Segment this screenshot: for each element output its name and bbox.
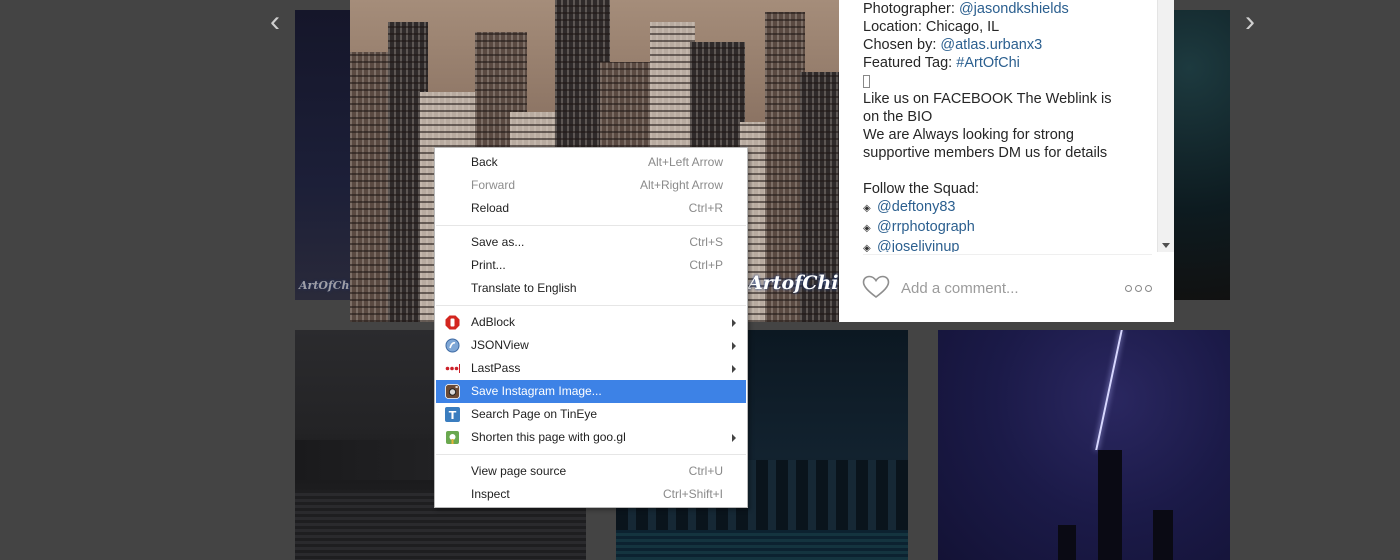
menu-separator xyxy=(436,305,746,306)
scroll-down-arrow-icon[interactable] xyxy=(1162,243,1170,248)
diamond-bullet-icon: ◈ xyxy=(863,243,871,252)
location-text: Location: Chicago, IL xyxy=(863,19,1000,35)
members-line-2: supportive members DM us for details xyxy=(863,145,1108,161)
tag-label: Featured Tag: xyxy=(863,55,957,71)
comment-input[interactable] xyxy=(901,278,1111,298)
menu-item-save-as[interactable]: Save as... Ctrl+S xyxy=(436,231,746,254)
menu-label: Save Instagram Image... xyxy=(471,384,602,398)
menu-label: AdBlock xyxy=(471,315,516,329)
tineye-icon: T xyxy=(445,407,460,422)
menu-shortcut: Alt+Right Arrow xyxy=(639,178,723,192)
members-line-1: We are Always looking for strong xyxy=(863,127,1074,143)
menu-item-save-instagram-image[interactable]: Save Instagram Image... xyxy=(436,380,746,403)
submenu-arrow-icon xyxy=(732,365,736,373)
chosen-label: Chosen by: xyxy=(863,37,941,53)
follow-heading: Follow the Squad: xyxy=(863,181,980,197)
member-link[interactable]: @rrphotograph xyxy=(877,219,975,235)
post-caption: Photographer: @jasondkshields Location: … xyxy=(863,0,1153,252)
more-options-icon[interactable] xyxy=(1125,283,1153,293)
photographer-label: Photographer: xyxy=(863,1,959,17)
lastpass-icon xyxy=(445,364,460,373)
menu-item-forward[interactable]: Forward Alt+Right Arrow xyxy=(436,174,746,197)
submenu-arrow-icon xyxy=(732,342,736,350)
menu-label: Translate to English xyxy=(471,281,577,295)
heart-icon[interactable] xyxy=(862,275,890,299)
menu-item-lastpass[interactable]: LastPass xyxy=(436,357,746,380)
menu-label: Back xyxy=(471,155,498,169)
menu-label: View page source xyxy=(471,464,567,478)
menu-label: Shorten this page with goo.gl xyxy=(471,430,626,444)
submenu-arrow-icon xyxy=(732,319,736,327)
missing-glyph-icon xyxy=(863,74,870,88)
thumbnail-watermark: ArtOfChi xyxy=(299,279,354,292)
facebook-line-1: Like us on FACEBOOK The Weblink is xyxy=(863,91,1112,107)
menu-item-inspect[interactable]: Inspect Ctrl+Shift+I xyxy=(436,483,746,506)
post-panel: Photographer: @jasondkshields Location: … xyxy=(839,0,1174,322)
menu-shortcut: Ctrl+S xyxy=(689,235,723,249)
menu-label: Save as... xyxy=(471,235,525,249)
hashtag-link[interactable]: #ArtOfChi xyxy=(956,55,1020,71)
menu-label: LastPass xyxy=(471,361,521,375)
member-link[interactable]: @joselivinup xyxy=(877,239,959,252)
thumbnail-bottom-3[interactable] xyxy=(938,330,1230,560)
next-arrow-icon[interactable]: › xyxy=(1238,7,1262,37)
menu-item-jsonview[interactable]: JSONView xyxy=(436,334,746,357)
diamond-bullet-icon: ◈ xyxy=(863,223,871,234)
menu-item-translate[interactable]: Translate to English xyxy=(436,277,746,300)
thumbnail-top-right[interactable] xyxy=(1172,10,1230,300)
facebook-line-2: on the BIO xyxy=(863,109,933,125)
menu-item-tineye[interactable]: T Search Page on TinEye xyxy=(436,403,746,426)
context-menu: Back Alt+Left Arrow Forward Alt+Right Ar… xyxy=(434,147,748,508)
menu-item-reload[interactable]: Reload Ctrl+R xyxy=(436,197,746,220)
googl-icon xyxy=(446,431,459,444)
menu-item-adblock[interactable]: AdBlock xyxy=(436,311,746,334)
menu-label: JSONView xyxy=(471,338,529,352)
menu-shortcut: Alt+Left Arrow xyxy=(647,155,723,169)
menu-item-back[interactable]: Back Alt+Left Arrow xyxy=(436,151,746,174)
thumbnail-top-left[interactable]: ArtOfChi xyxy=(295,10,355,300)
menu-item-view-source[interactable]: View page source Ctrl+U xyxy=(436,460,746,483)
jsonview-icon xyxy=(445,338,460,353)
menu-label: Forward xyxy=(471,178,516,192)
svg-text:T: T xyxy=(449,409,457,422)
menu-label: Print... xyxy=(471,258,506,272)
menu-label: Inspect xyxy=(471,487,510,501)
menu-item-print[interactable]: Print... Ctrl+P xyxy=(436,254,746,277)
menu-separator xyxy=(436,454,746,455)
divider xyxy=(863,254,1152,255)
menu-shortcut: Ctrl+Shift+I xyxy=(662,487,723,501)
menu-shortcut: Ctrl+P xyxy=(689,258,723,272)
submenu-arrow-icon xyxy=(732,434,736,442)
menu-label: Reload xyxy=(471,201,510,215)
menu-shortcut: Ctrl+U xyxy=(688,464,723,478)
caption-scrollbar[interactable] xyxy=(1157,0,1174,252)
member-link[interactable]: @deftony83 xyxy=(877,199,955,215)
photo-watermark: ArtofChi xyxy=(748,272,839,294)
menu-item-shorten-googl[interactable]: Shorten this page with goo.gl xyxy=(436,426,746,449)
diamond-bullet-icon: ◈ xyxy=(863,203,871,214)
previous-arrow-icon[interactable]: ‹ xyxy=(263,7,287,37)
adblock-icon xyxy=(445,315,460,330)
menu-shortcut: Ctrl+R xyxy=(688,201,723,215)
lightning-bolt xyxy=(1095,330,1123,450)
menu-separator xyxy=(436,225,746,226)
instagram-camera-icon xyxy=(445,384,460,399)
chosen-by-link[interactable]: @atlas.urbanx3 xyxy=(940,37,1042,53)
photographer-link[interactable]: @jasondkshields xyxy=(959,1,1069,17)
menu-label: Search Page on TinEye xyxy=(471,407,598,421)
